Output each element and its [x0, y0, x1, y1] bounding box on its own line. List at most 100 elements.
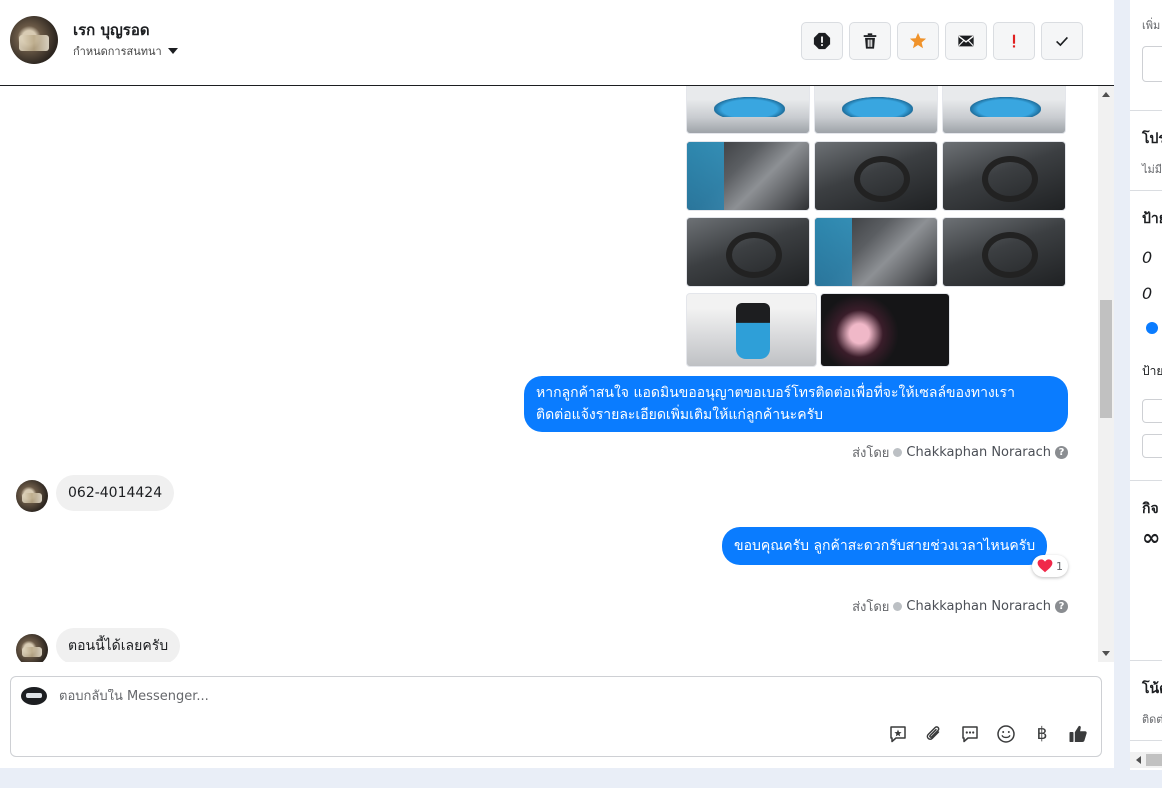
divider: [1130, 190, 1162, 191]
caret-down-icon: [167, 48, 178, 54]
sender-name[interactable]: Chakkaphan Norarach: [906, 599, 1051, 614]
like-button[interactable]: [1067, 723, 1089, 745]
sidebar-text: ป้าย: [1142, 364, 1162, 378]
message-text: ขอบคุณครับ ลูกค้าสะดวกรับสายช่วงเวลาไหนค…: [734, 538, 1036, 554]
sent-by-label: ส่งโดย: [852, 600, 890, 615]
divider: [1130, 660, 1162, 661]
report-spam-button[interactable]: [801, 22, 843, 60]
sidebar-text: ไม่มี: [1142, 163, 1162, 176]
contact-avatar[interactable]: [16, 480, 48, 512]
incoming-message[interactable]: 062-4014424: [56, 475, 175, 511]
attach-file-button[interactable]: [923, 723, 945, 745]
incoming-message[interactable]: ตอนนี้ได้เลยครับ: [56, 628, 181, 662]
car-photo[interactable]: [942, 217, 1066, 287]
star-icon: [909, 32, 927, 49]
message-reaction[interactable]: 1: [1032, 555, 1068, 577]
sidebar-field[interactable]: [1142, 434, 1162, 458]
car-photo[interactable]: [820, 293, 950, 367]
reply-input[interactable]: [59, 689, 959, 704]
scroll-left-arrow-icon[interactable]: [1136, 756, 1141, 764]
verified-icon: [893, 602, 903, 611]
car-photo[interactable]: [942, 86, 1066, 134]
outgoing-message[interactable]: ขอบคุณครับ ลูกค้าสะดวกรับสายช่วงเวลาไหนค…: [722, 527, 1048, 565]
trash-icon: [863, 33, 877, 49]
emoji-icon: [997, 725, 1015, 743]
saved-reply-icon: [890, 726, 906, 743]
sidebar-section-title: โปร: [1142, 131, 1162, 147]
car-photo[interactable]: [814, 217, 938, 287]
sidebar-text: เพิ่ม: [1142, 19, 1161, 32]
follow-up-button[interactable]: [993, 22, 1035, 60]
quick-reply-button[interactable]: [959, 723, 981, 745]
sent-by-label: ส่งโดย: [852, 446, 890, 461]
emoji-button[interactable]: [995, 723, 1017, 745]
sidebar-section-title: กิจ: [1142, 501, 1159, 517]
scroll-down-arrow-icon[interactable]: [1102, 651, 1110, 656]
delete-button[interactable]: [849, 22, 891, 60]
sidebar-section-title: โน้ต: [1142, 681, 1162, 697]
sidebar-text: ติดต่อ: [1142, 713, 1162, 726]
check-icon: [1056, 36, 1068, 47]
heart-icon: [1037, 559, 1053, 573]
car-photo[interactable]: [942, 141, 1066, 211]
exclamation-icon: [1012, 34, 1016, 48]
message-text: 062-4014424: [68, 485, 163, 501]
car-photo[interactable]: [686, 293, 817, 367]
message-text: ตอนนี้ได้เลยครับ: [68, 638, 169, 654]
sidebar-field[interactable]: [1142, 399, 1162, 423]
sidebar-value: 0: [1142, 284, 1153, 303]
composer-tools: ฿: [887, 723, 1089, 745]
payment-button[interactable]: ฿: [1031, 723, 1053, 745]
like-icon: [1069, 725, 1087, 742]
message-list[interactable]: หากลูกค้าสนใจ แอดมินขออนุญาตขอเบอร์โทรติ…: [0, 86, 1098, 662]
divider: [1130, 740, 1162, 741]
star-button[interactable]: [897, 22, 939, 60]
scroll-thumb[interactable]: [1100, 300, 1112, 418]
scroll-up-arrow-icon[interactable]: [1102, 92, 1110, 97]
car-photo[interactable]: [686, 141, 810, 211]
sidebar-section-title: ป้าย: [1142, 211, 1162, 227]
details-sidebar: เพิ่ม โปร ไม่มี ป้าย 0 0 ป้าย กิจ ∞ โน้ต…: [1130, 0, 1162, 770]
conversation-schedule-dropdown[interactable]: กำหนดการสนทนา: [73, 42, 178, 60]
contact-avatar[interactable]: [16, 634, 48, 662]
help-icon[interactable]: ?: [1055, 600, 1068, 613]
divider: [1130, 480, 1162, 481]
sidebar-scrollbar[interactable]: [1130, 752, 1162, 768]
car-photo[interactable]: [814, 141, 938, 211]
car-photo[interactable]: [686, 86, 810, 134]
divider: [1130, 110, 1162, 111]
chat-bubble-icon: [962, 726, 978, 743]
sidebar-value: ∞: [1142, 526, 1161, 551]
baht-icon: ฿: [1036, 724, 1048, 744]
message-text-line: หากลูกค้าสนใจ แอดมินขออนุญาตขอเบอร์โทรติ…: [536, 385, 1015, 401]
reply-composer: ฿: [10, 676, 1102, 757]
saved-reply-button[interactable]: [887, 723, 909, 745]
add-icon[interactable]: [1146, 322, 1158, 334]
car-photo[interactable]: [814, 86, 938, 134]
mark-unread-button[interactable]: [945, 22, 987, 60]
verified-icon: [893, 448, 903, 457]
sidebar-button[interactable]: [1142, 46, 1162, 82]
sender-name[interactable]: Chakkaphan Norarach: [906, 445, 1051, 460]
envelope-icon: [958, 35, 974, 47]
conversation-panel: เรก บุญรอด กำหนดการสนทนา หากลูกค้าสนใจ แ…: [0, 0, 1114, 768]
attachment-icon: [926, 726, 940, 740]
report-icon: [813, 32, 831, 50]
sent-by-info: ส่งโดย Chakkaphan Norarach ?: [852, 596, 1068, 617]
car-photo[interactable]: [686, 217, 810, 287]
scroll-thumb[interactable]: [1146, 754, 1162, 766]
app-root: เรก บุญรอด กำหนดการสนทนา หากลูกค้าสนใจ แ…: [0, 0, 1162, 788]
help-icon[interactable]: ?: [1055, 446, 1068, 459]
page-avatar: [21, 687, 47, 705]
contact-name[interactable]: เรก บุญรอด: [73, 18, 150, 42]
mark-done-button[interactable]: [1041, 22, 1083, 60]
message-scrollbar[interactable]: [1098, 86, 1114, 662]
conversation-toolbar: [801, 22, 1083, 60]
sidebar-value: 0: [1142, 248, 1153, 267]
schedule-label: กำหนดการสนทนา: [73, 45, 162, 58]
reaction-count: 1: [1056, 559, 1063, 573]
sent-by-info: ส่งโดย Chakkaphan Norarach ?: [852, 442, 1068, 463]
message-text-line: ติดต่อแจ้งรายละเอียดเพิ่มเติมให้แก่ลูกค้…: [536, 407, 823, 423]
contact-avatar[interactable]: [10, 16, 58, 64]
outgoing-message[interactable]: หากลูกค้าสนใจ แอดมินขออนุญาตขอเบอร์โทรติ…: [524, 376, 1068, 432]
